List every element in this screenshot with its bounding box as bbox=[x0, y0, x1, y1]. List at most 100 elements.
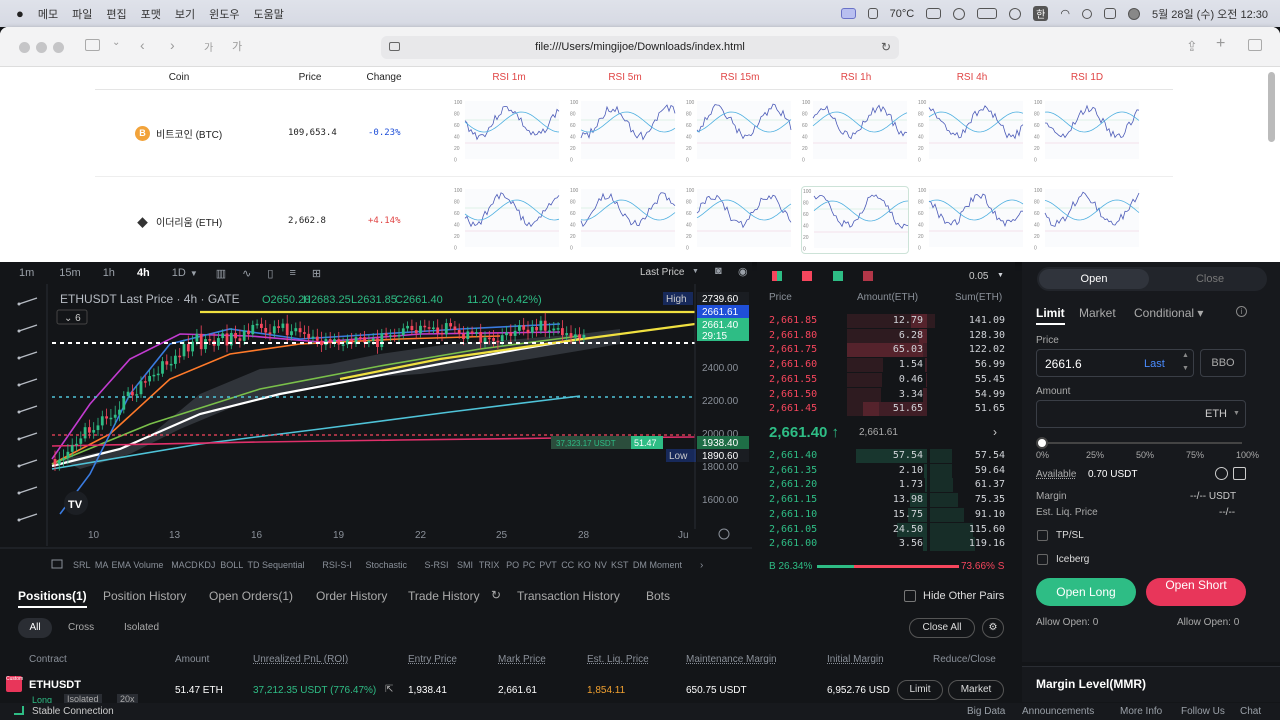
chart-canvas[interactable]: ETHUSDT Last Price · 4h · GATE O2650.20H2… bbox=[0, 284, 752, 574]
filter-isolated[interactable]: Isolated bbox=[124, 622, 159, 633]
footer-big-data[interactable]: Big Data bbox=[967, 706, 1005, 717]
bid-row[interactable]: 2,661.40 57.54 57.54 bbox=[757, 449, 1015, 463]
indicator-item[interactable]: KST bbox=[611, 560, 629, 570]
ask-row[interactable]: 2,661.75 65.03 122.02 bbox=[757, 343, 1015, 358]
minimize-window-button[interactable] bbox=[36, 42, 47, 53]
indicator-item[interactable]: PC bbox=[523, 560, 536, 570]
indicator-item[interactable]: MA bbox=[95, 560, 109, 570]
ask-row[interactable]: 2,661.60 1.54 56.99 bbox=[757, 358, 1015, 373]
text-larger-button[interactable]: 가 bbox=[232, 38, 242, 54]
close-all-button[interactable]: Close All bbox=[909, 618, 975, 638]
amount-unit-select[interactable]: ETH bbox=[1205, 408, 1227, 420]
page-scrollbar[interactable] bbox=[1268, 72, 1275, 142]
info-icon[interactable]: i bbox=[1236, 306, 1247, 317]
tpsl-checkbox[interactable] bbox=[1037, 530, 1048, 541]
search-icon[interactable] bbox=[1081, 8, 1092, 19]
footer-chat[interactable]: Chat bbox=[1240, 706, 1261, 717]
both-sides-icon[interactable] bbox=[772, 271, 782, 281]
transfer-icon[interactable] bbox=[1215, 467, 1228, 480]
last-price-select[interactable]: Last Price bbox=[640, 267, 684, 278]
close-tab[interactable]: Close bbox=[1155, 269, 1265, 289]
market-tab[interactable]: Market bbox=[1079, 306, 1116, 320]
chevron-down-icon[interactable]: ⌄ bbox=[112, 37, 120, 48]
pattern-icon[interactable] bbox=[17, 378, 38, 387]
tab-transaction-history[interactable]: Transaction History bbox=[517, 589, 620, 603]
bid-row[interactable]: 2,661.05 24.50 115.60 bbox=[757, 522, 1015, 537]
settings-icon[interactable]: ⚙ bbox=[982, 618, 1004, 638]
indicator-item[interactable]: KO bbox=[578, 560, 591, 570]
menu-item-window[interactable]: 윈도우 bbox=[209, 6, 239, 22]
trash-icon[interactable]: ▯ bbox=[267, 267, 273, 280]
horizontal-lines-icon[interactable] bbox=[17, 351, 38, 360]
battery-icon[interactable] bbox=[977, 8, 998, 19]
input-method-badge[interactable]: 한 bbox=[1033, 6, 1049, 21]
chevron-down-icon[interactable]: ▼ bbox=[692, 268, 699, 275]
bid-row[interactable]: 2,661.10 15.75 91.10 bbox=[757, 507, 1015, 522]
chevron-right-icon[interactable]: › bbox=[700, 560, 703, 571]
text-tool-icon[interactable] bbox=[17, 459, 38, 468]
ask-row[interactable]: 2,661.80 6.28 128.30 bbox=[757, 328, 1015, 343]
indicator-item[interactable]: S-RSI bbox=[425, 560, 449, 570]
calculator-icon[interactable] bbox=[1233, 467, 1246, 480]
indicator-item[interactable]: SRL bbox=[73, 560, 91, 570]
share-icon[interactable]: ⇪ bbox=[1186, 38, 1198, 55]
indicator-item[interactable]: EMA bbox=[112, 560, 132, 570]
footer-follow-us[interactable]: Follow Us bbox=[1181, 706, 1225, 717]
emoji-icon[interactable] bbox=[17, 486, 38, 495]
wifi-icon[interactable]: ◠ bbox=[1060, 7, 1070, 20]
text-smaller-button[interactable]: 가 bbox=[204, 39, 213, 54]
camera-icon[interactable]: ◙ bbox=[715, 265, 722, 277]
shield-icon[interactable] bbox=[867, 8, 878, 19]
filter-all[interactable]: All bbox=[18, 618, 52, 638]
amount-input[interactable]: ETH ▼ bbox=[1036, 400, 1246, 428]
open-long-button[interactable]: Open Long bbox=[1036, 578, 1136, 606]
contract-name[interactable]: ETHUSDT bbox=[29, 679, 81, 691]
indicator-item[interactable]: RSI-S-I bbox=[322, 560, 352, 570]
menu-item-memo[interactable]: 메모 bbox=[38, 6, 58, 22]
indicator-item[interactable]: TD Sequential bbox=[248, 560, 305, 570]
tab-trade-history[interactable]: Trade History bbox=[408, 589, 480, 603]
price-input[interactable]: 2661.6 Last ▲ ▼ bbox=[1036, 349, 1194, 377]
iceberg-checkbox[interactable] bbox=[1037, 554, 1048, 565]
timeframe-1m[interactable]: 1m bbox=[19, 267, 34, 279]
indicator-item[interactable]: Moment bbox=[650, 560, 683, 570]
footer-more-info[interactable]: More Info bbox=[1120, 706, 1162, 717]
list-icon[interactable]: ≡ bbox=[289, 267, 295, 279]
conditional-tab[interactable]: Conditional ▾ bbox=[1134, 306, 1203, 320]
menu-item-help[interactable]: 도움말 bbox=[253, 6, 283, 22]
refresh-icon[interactable]: ↻ bbox=[491, 588, 501, 602]
tabs-overview-icon[interactable] bbox=[1248, 39, 1262, 51]
menu-item-format[interactable]: 포맷 bbox=[141, 6, 161, 22]
open-short-button[interactable]: Open Short bbox=[1146, 578, 1246, 606]
indicator-item[interactable]: TRIX bbox=[479, 560, 500, 570]
bid-row[interactable]: 2,661.35 2.10 59.64 bbox=[757, 463, 1015, 478]
chevron-down-icon[interactable]: ▼ bbox=[1233, 410, 1240, 417]
indicator-item[interactable]: BOLL bbox=[220, 560, 243, 570]
price-chart[interactable]: ETHUSDT Last Price · 4h · GATE O2650.20 H2… bbox=[0, 284, 752, 574]
brush-icon[interactable] bbox=[17, 432, 38, 441]
filter-cross[interactable]: Cross bbox=[68, 622, 94, 633]
timeframe-15m[interactable]: 15m bbox=[59, 267, 80, 279]
menu-item-view[interactable]: 보기 bbox=[175, 6, 195, 22]
timeframe-4h[interactable]: 4h bbox=[137, 267, 150, 279]
tab-bots[interactable]: Bots bbox=[646, 589, 670, 603]
indicator-count[interactable]: ⌄ 6 bbox=[64, 313, 81, 324]
precision-select[interactable]: 0.05 bbox=[969, 271, 988, 282]
indicator-item[interactable]: NV bbox=[594, 560, 607, 570]
crosshair-icon[interactable] bbox=[17, 297, 38, 306]
stepper-up-icon[interactable]: ▲ bbox=[1182, 352, 1189, 359]
indicator-item[interactable]: MACD bbox=[171, 560, 198, 570]
trades-icon[interactable] bbox=[863, 271, 873, 281]
bid-row[interactable]: 2,661.20 1.73 61.37 bbox=[757, 478, 1015, 493]
indicator-item[interactable]: Stochastic bbox=[366, 560, 408, 570]
close-window-button[interactable] bbox=[19, 42, 30, 53]
ask-row[interactable]: 2,661.45 51.65 51.65 bbox=[757, 402, 1015, 417]
trend-line-icon[interactable] bbox=[17, 324, 38, 333]
indicator-item[interactable]: PO bbox=[506, 560, 519, 570]
chevron-right-icon[interactable]: › bbox=[993, 425, 997, 439]
ruler-icon[interactable] bbox=[17, 513, 38, 522]
timeframe-1d[interactable]: 1D bbox=[172, 267, 186, 279]
car-icon[interactable] bbox=[926, 8, 942, 19]
menu-item-file[interactable]: 파일 bbox=[72, 6, 92, 22]
ask-row[interactable]: 2,661.85 12.79 141.09 bbox=[757, 314, 1015, 328]
